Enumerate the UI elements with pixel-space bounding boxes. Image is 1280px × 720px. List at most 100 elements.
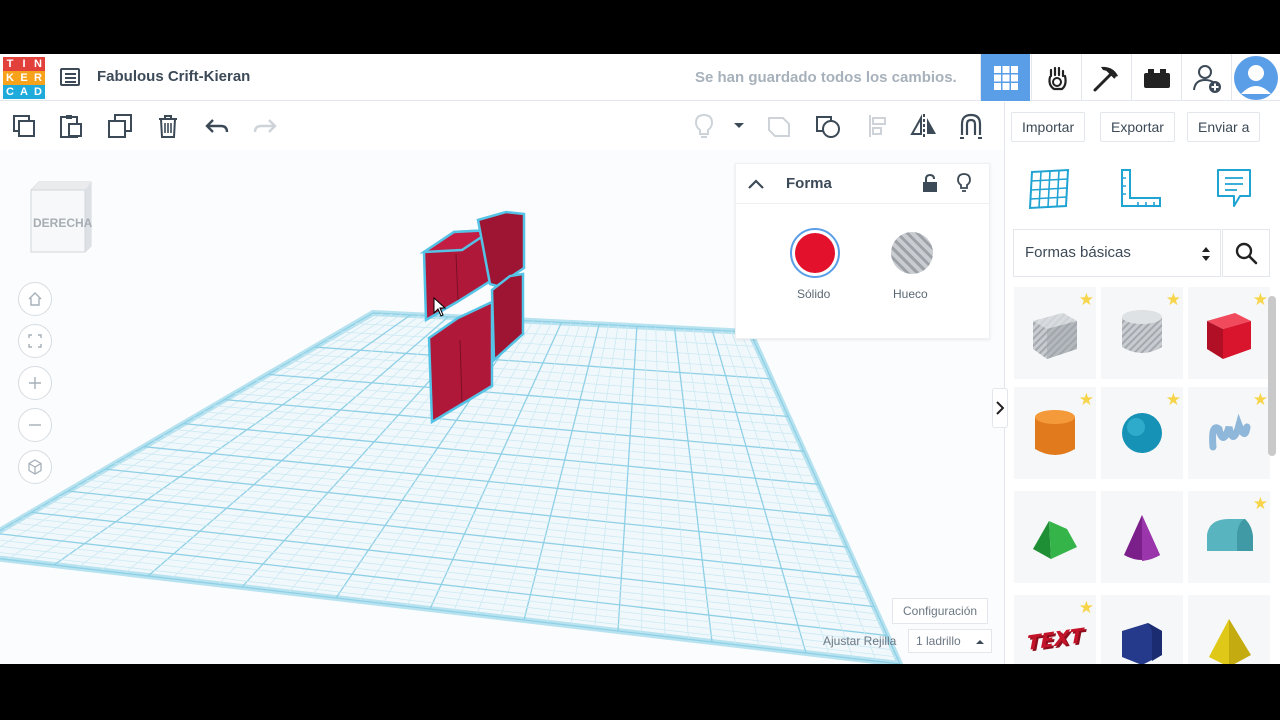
- mirror-button[interactable]: [908, 110, 940, 142]
- shape-category-select[interactable]: Formas básicas: [1013, 229, 1221, 277]
- fit-view-button[interactable]: [18, 324, 52, 358]
- copy-button[interactable]: [8, 110, 40, 142]
- shape-round-roof[interactable]: ★: [1188, 491, 1270, 583]
- text-shape-label: TEXT: [1027, 623, 1084, 655]
- shape-scribble[interactable]: ★: [1188, 387, 1270, 479]
- favorite-star-icon[interactable]: ★: [1166, 391, 1181, 408]
- hole-label: Hueco: [893, 287, 928, 301]
- favorite-star-icon[interactable]: ★: [1253, 291, 1268, 308]
- codeblocks-button[interactable]: [1031, 54, 1081, 101]
- notes-dropdown[interactable]: [726, 110, 752, 142]
- shape-polygon[interactable]: [1101, 595, 1183, 664]
- home-view-button[interactable]: [18, 282, 52, 316]
- chevron-up-icon[interactable]: [748, 179, 764, 189]
- mirror-icon: [910, 114, 936, 138]
- inspector-header: Forma: [736, 164, 989, 204]
- round-roof-icon: [1199, 507, 1259, 567]
- grid-icon: [993, 65, 1018, 90]
- sphere-icon: [1112, 403, 1172, 463]
- tinkercad-logo[interactable]: TINKERCAD: [3, 57, 45, 99]
- shape-category-value: Formas básicas: [1025, 244, 1131, 261]
- favorite-star-icon[interactable]: ★: [1079, 391, 1094, 408]
- lock-icon[interactable]: [922, 174, 938, 192]
- align-button[interactable]: [862, 110, 894, 142]
- shape-cylinder[interactable]: ★: [1014, 387, 1096, 479]
- duplicate-button[interactable]: [104, 110, 136, 142]
- ungroup-icon: [816, 116, 840, 138]
- shape-search-button[interactable]: [1222, 229, 1270, 277]
- snap-grid-value: 1 ladrillo: [916, 634, 961, 648]
- solid-swatch: [795, 233, 835, 273]
- logo-letter: R: [31, 71, 45, 85]
- workplane-viewport[interactable]: DERECHA Forma Sólido Hueco Configuración…: [0, 150, 1004, 664]
- brick-mode-button[interactable]: [1131, 54, 1181, 101]
- brick-icon: [1143, 68, 1170, 88]
- shape-pyramid[interactable]: [1188, 595, 1270, 664]
- settings-button[interactable]: Configuración: [892, 598, 989, 624]
- box-hole-icon: [1025, 303, 1085, 363]
- export-button[interactable]: Exportar: [1100, 112, 1175, 142]
- logo-letter: I: [17, 57, 31, 71]
- solid-option[interactable]: [790, 228, 840, 278]
- design-title[interactable]: Fabulous Crift-Kieran: [97, 68, 250, 85]
- paste-button[interactable]: [55, 110, 87, 142]
- shape-sphere[interactable]: ★: [1101, 387, 1183, 479]
- edit-toolbar: [0, 102, 1004, 150]
- delete-button[interactable]: [152, 110, 184, 142]
- import-button[interactable]: Importar: [1011, 112, 1086, 142]
- hole-option[interactable]: [891, 232, 933, 274]
- cruise-button[interactable]: [955, 110, 987, 142]
- hand-icon: [1047, 66, 1067, 90]
- ruler-tool[interactable]: [1118, 166, 1162, 210]
- zoom-in-button[interactable]: [18, 366, 52, 400]
- shape-roof[interactable]: [1014, 491, 1096, 583]
- shape-box[interactable]: ★: [1188, 287, 1270, 379]
- group-button[interactable]: [763, 110, 795, 142]
- snap-grid-label: Ajustar Rejilla: [823, 634, 897, 648]
- cylinder-icon: [1025, 403, 1085, 463]
- save-status: Se han guardado todos los cambios.: [695, 69, 957, 86]
- favorite-star-icon[interactable]: ★: [1166, 291, 1181, 308]
- design-menu-icon[interactable]: [60, 68, 80, 86]
- logo-letter: N: [31, 57, 45, 71]
- copy-icon: [13, 115, 35, 137]
- minecraft-mode-button[interactable]: [1081, 54, 1131, 101]
- logo-letter: C: [3, 85, 17, 99]
- lightbulb-icon[interactable]: [956, 173, 972, 193]
- app-header: TINKERCAD Fabulous Crift-Kieran Se han g…: [0, 54, 1280, 101]
- updown-caret-icon: [1202, 247, 1210, 261]
- redo-button[interactable]: [249, 110, 281, 142]
- notes-button[interactable]: [688, 110, 720, 142]
- group-icon: [768, 117, 790, 137]
- shape-text[interactable]: TEXT ★: [1014, 595, 1096, 664]
- fit-icon: [28, 334, 42, 348]
- undo-button[interactable]: [201, 110, 233, 142]
- shape-cone[interactable]: [1101, 491, 1183, 583]
- inspector-title: Forma: [786, 175, 832, 192]
- favorite-star-icon[interactable]: ★: [1079, 291, 1094, 308]
- plus-icon: [29, 377, 41, 389]
- workplane-tool[interactable]: [1028, 166, 1072, 210]
- cube-icon: [28, 459, 42, 475]
- collapse-panel-button[interactable]: [992, 388, 1008, 428]
- snap-grid-select[interactable]: 1 ladrillo: [908, 629, 992, 653]
- logo-letter: E: [17, 71, 31, 85]
- send-to-button[interactable]: Enviar a: [1187, 112, 1261, 142]
- zoom-out-button[interactable]: [18, 408, 52, 442]
- notes-tool[interactable]: [1212, 166, 1256, 210]
- ungroup-button[interactable]: [812, 110, 844, 142]
- logo-letter: A: [17, 85, 31, 99]
- box-icon: [1199, 303, 1259, 363]
- share-user-button[interactable]: [1181, 54, 1231, 101]
- profile-button[interactable]: [1231, 54, 1280, 101]
- favorite-star-icon[interactable]: ★: [1079, 599, 1094, 616]
- favorite-star-icon[interactable]: ★: [1253, 495, 1268, 512]
- shape-cylinder-hole[interactable]: ★: [1101, 287, 1183, 379]
- 3d-view-button[interactable]: [980, 54, 1030, 101]
- shapes-scrollbar[interactable]: [1268, 296, 1276, 456]
- favorite-star-icon[interactable]: ★: [1253, 391, 1268, 408]
- view-cube[interactable]: DERECHA: [27, 180, 93, 253]
- shape-box-hole[interactable]: ★: [1014, 287, 1096, 379]
- logo-letter: T: [3, 57, 17, 71]
- perspective-button[interactable]: [18, 450, 52, 484]
